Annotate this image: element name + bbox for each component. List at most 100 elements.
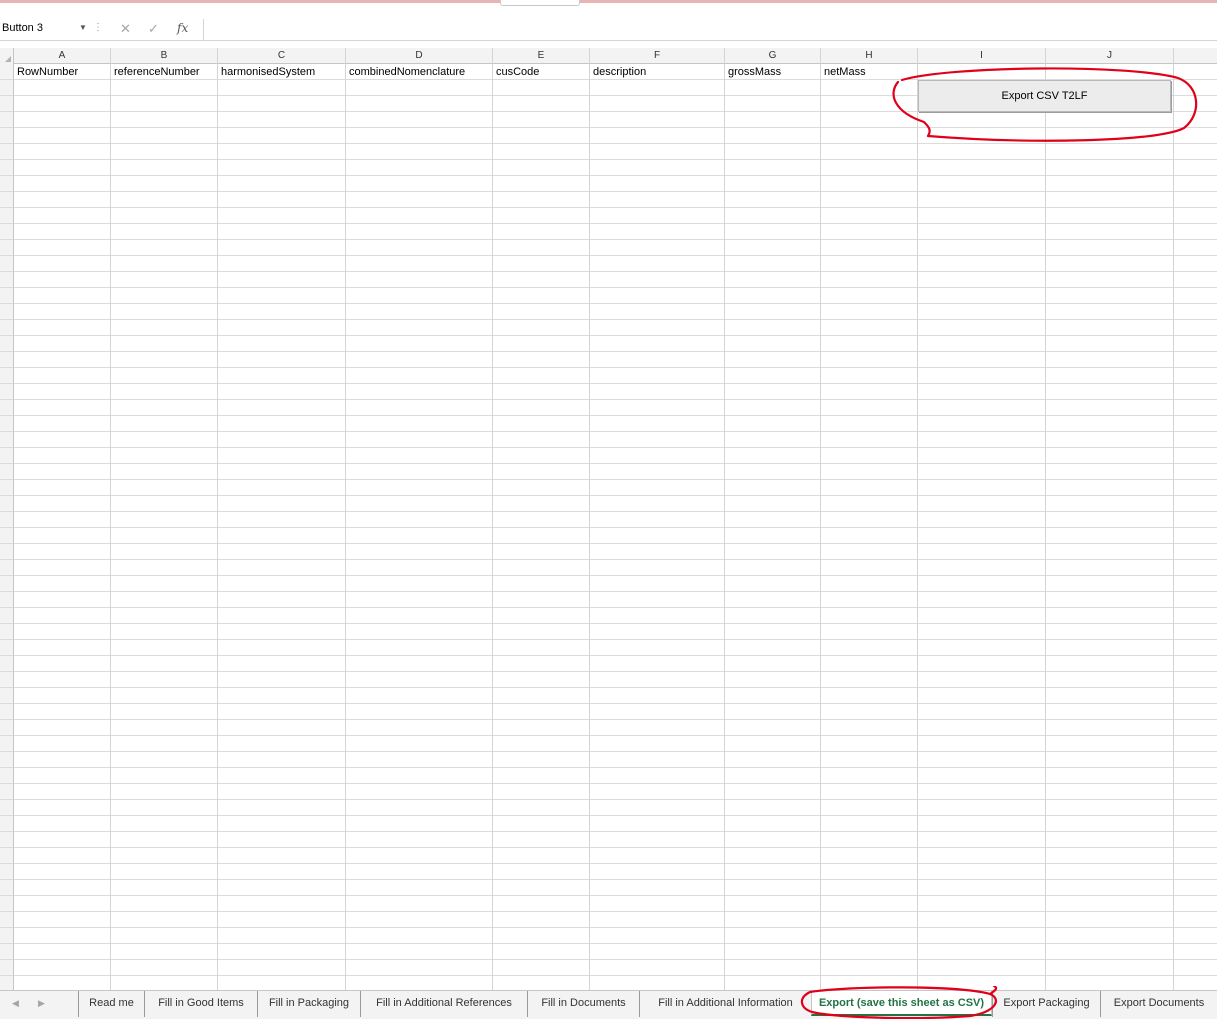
column-header[interactable]: F <box>590 48 725 64</box>
tab-export-packaging[interactable]: Export Packaging <box>992 991 1100 1017</box>
row-number[interactable] <box>0 912 13 928</box>
tab-fill-in-good-items[interactable]: Fill in Good Items <box>144 991 257 1017</box>
row-number[interactable] <box>0 480 13 496</box>
row-number[interactable] <box>0 352 13 368</box>
column-header[interactable]: B <box>111 48 218 64</box>
row-number[interactable] <box>0 880 13 896</box>
row-number[interactable] <box>0 864 13 880</box>
row-number[interactable] <box>0 560 13 576</box>
row-number[interactable] <box>0 416 13 432</box>
row-number[interactable] <box>0 128 13 144</box>
row-number[interactable] <box>0 256 13 272</box>
row-number[interactable] <box>0 336 13 352</box>
row-number[interactable] <box>0 608 13 624</box>
row-number[interactable] <box>0 848 13 864</box>
enter-icon[interactable]: ✓ <box>148 21 159 37</box>
column-header[interactable]: C <box>218 48 346 64</box>
row-number[interactable] <box>0 672 13 688</box>
row-number[interactable] <box>0 464 13 480</box>
row-number[interactable] <box>0 512 13 528</box>
header-cell[interactable]: referenceNumber <box>111 64 218 80</box>
chevron-down-icon[interactable]: ▼ <box>79 23 87 32</box>
chevron-left-icon[interactable]: ◀ <box>12 998 19 1009</box>
tab-fill-in-additional-information[interactable]: Fill in Additional Information <box>639 991 811 1017</box>
row-number[interactable] <box>0 944 13 960</box>
header-cell[interactable]: RowNumber <box>14 64 111 80</box>
title-bar <box>0 0 1217 16</box>
export-csv-button[interactable]: Export CSV T2LF <box>918 80 1171 112</box>
row-number[interactable] <box>0 320 13 336</box>
tab-fill-in-additional-references[interactable]: Fill in Additional References <box>360 991 527 1017</box>
row-number[interactable] <box>0 496 13 512</box>
row-number[interactable] <box>0 960 13 976</box>
row-number[interactable] <box>0 112 13 128</box>
row-number[interactable] <box>0 240 13 256</box>
tab-export-csv[interactable]: Export (save this sheet as CSV) <box>811 991 992 1016</box>
row-number[interactable] <box>0 64 13 80</box>
column-header[interactable]: A <box>14 48 111 64</box>
tab-export-documents[interactable]: Export Documents <box>1100 991 1217 1017</box>
column-header[interactable]: G <box>725 48 821 64</box>
tab-fill-in-packaging[interactable]: Fill in Packaging <box>257 991 360 1017</box>
column-header[interactable]: D <box>346 48 493 64</box>
title-bar-accent <box>0 0 1217 3</box>
row-number[interactable] <box>0 784 13 800</box>
cancel-icon[interactable]: ✕ <box>120 21 131 37</box>
column-header[interactable]: I <box>918 48 1046 64</box>
header-cell[interactable]: cusCode <box>493 64 590 80</box>
row-number[interactable] <box>0 304 13 320</box>
row-number[interactable] <box>0 176 13 192</box>
row-number[interactable] <box>0 688 13 704</box>
fx-icon[interactable]: fx <box>177 21 188 35</box>
row-number[interactable] <box>0 976 13 990</box>
row-number[interactable] <box>0 704 13 720</box>
row-number[interactable] <box>0 592 13 608</box>
row-number[interactable] <box>0 272 13 288</box>
row-number[interactable] <box>0 208 13 224</box>
row-number[interactable] <box>0 640 13 656</box>
formula-bar-grip-icon[interactable]: ⋮ <box>93 22 103 33</box>
column-header[interactable]: E <box>493 48 590 64</box>
header-cell[interactable]: grossMass <box>725 64 821 80</box>
row-number[interactable] <box>0 528 13 544</box>
row-number[interactable] <box>0 160 13 176</box>
formula-input[interactable] <box>203 19 1217 41</box>
header-cell[interactable]: description <box>590 64 725 80</box>
header-cell[interactable]: netMass <box>821 64 918 80</box>
row-number[interactable] <box>0 576 13 592</box>
row-number[interactable] <box>0 752 13 768</box>
tab-read-me[interactable]: Read me <box>78 991 144 1017</box>
row-number[interactable] <box>0 80 13 96</box>
row-number[interactable] <box>0 800 13 816</box>
row-number[interactable] <box>0 656 13 672</box>
row-number[interactable] <box>0 432 13 448</box>
row-number[interactable] <box>0 736 13 752</box>
chevron-right-icon[interactable]: ▶ <box>38 998 45 1009</box>
cell-grid[interactable]: RowNumber referenceNumber harmonisedSystem… <box>14 64 1217 990</box>
row-number[interactable] <box>0 816 13 832</box>
row-number[interactable] <box>0 544 13 560</box>
row-number[interactable] <box>0 768 13 784</box>
sheet-tab-bar: ◀ ▶ Read me Fill in Good Items Fill in P… <box>0 990 1217 1019</box>
row-number[interactable] <box>0 368 13 384</box>
row-number[interactable] <box>0 144 13 160</box>
row-number[interactable] <box>0 720 13 736</box>
header-cell[interactable]: combinedNomenclature <box>346 64 493 80</box>
row-number[interactable] <box>0 448 13 464</box>
row-number[interactable] <box>0 192 13 208</box>
column-header[interactable]: J <box>1046 48 1174 64</box>
row-number[interactable] <box>0 624 13 640</box>
row-number[interactable] <box>0 832 13 848</box>
tab-fill-in-documents[interactable]: Fill in Documents <box>527 991 639 1017</box>
row-number[interactable] <box>0 288 13 304</box>
row-number[interactable] <box>0 400 13 416</box>
header-cell[interactable]: harmonisedSystem <box>218 64 346 80</box>
column-header[interactable]: H <box>821 48 918 64</box>
select-all-corner[interactable] <box>0 48 14 64</box>
row-number[interactable] <box>0 96 13 112</box>
row-number[interactable] <box>0 384 13 400</box>
ribbon-collapse-tab[interactable] <box>500 0 580 6</box>
row-number[interactable] <box>0 928 13 944</box>
row-number[interactable] <box>0 896 13 912</box>
row-number[interactable] <box>0 224 13 240</box>
